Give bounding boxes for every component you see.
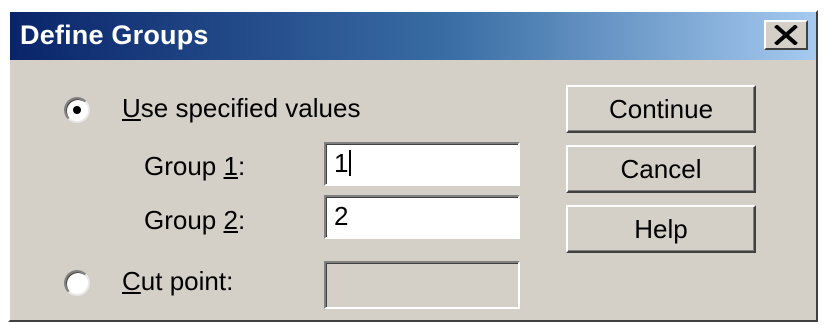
continue-button[interactable]: Continue <box>566 85 756 133</box>
cut-point-mnemonic: C <box>122 266 141 296</box>
define-groups-dialog: Define Groups Use specified values Group… <box>8 10 818 322</box>
group2-label-suffix: : <box>237 205 246 235</box>
group2-input[interactable]: 2 <box>324 195 520 239</box>
cut-point-input[interactable] <box>324 261 520 309</box>
radio-selected-dot <box>73 106 81 114</box>
group1-label-suffix: : <box>237 151 246 181</box>
close-button[interactable] <box>764 20 808 50</box>
cut-point-radio[interactable] <box>64 270 90 296</box>
group1-value: 1 <box>334 148 349 178</box>
group2-label-prefix: Group <box>144 205 224 235</box>
group1-label: Group 1: <box>144 151 245 182</box>
group1-mnemonic: 1 <box>223 151 238 181</box>
group1-label-prefix: Group <box>144 151 224 181</box>
use-specified-values-radio[interactable] <box>64 97 90 123</box>
use-specified-label-text: se specified values <box>140 93 361 123</box>
dialog-title: Define Groups <box>20 20 209 50</box>
group2-value: 2 <box>334 201 349 231</box>
use-specified-mnemonic: U <box>122 93 141 123</box>
cancel-button[interactable]: Cancel <box>566 145 756 193</box>
text-caret <box>349 150 352 176</box>
cut-point-label-text: ut point: <box>140 266 234 296</box>
group1-input[interactable]: 1 <box>324 142 520 186</box>
help-button[interactable]: Help <box>566 205 756 253</box>
close-icon <box>774 25 798 45</box>
group2-mnemonic: 2 <box>223 205 238 235</box>
cut-point-label[interactable]: Cut point: <box>122 266 233 297</box>
title-bar[interactable]: Define Groups <box>10 12 816 60</box>
use-specified-values-label[interactable]: Use specified values <box>122 93 360 124</box>
group2-label: Group 2: <box>144 205 245 236</box>
